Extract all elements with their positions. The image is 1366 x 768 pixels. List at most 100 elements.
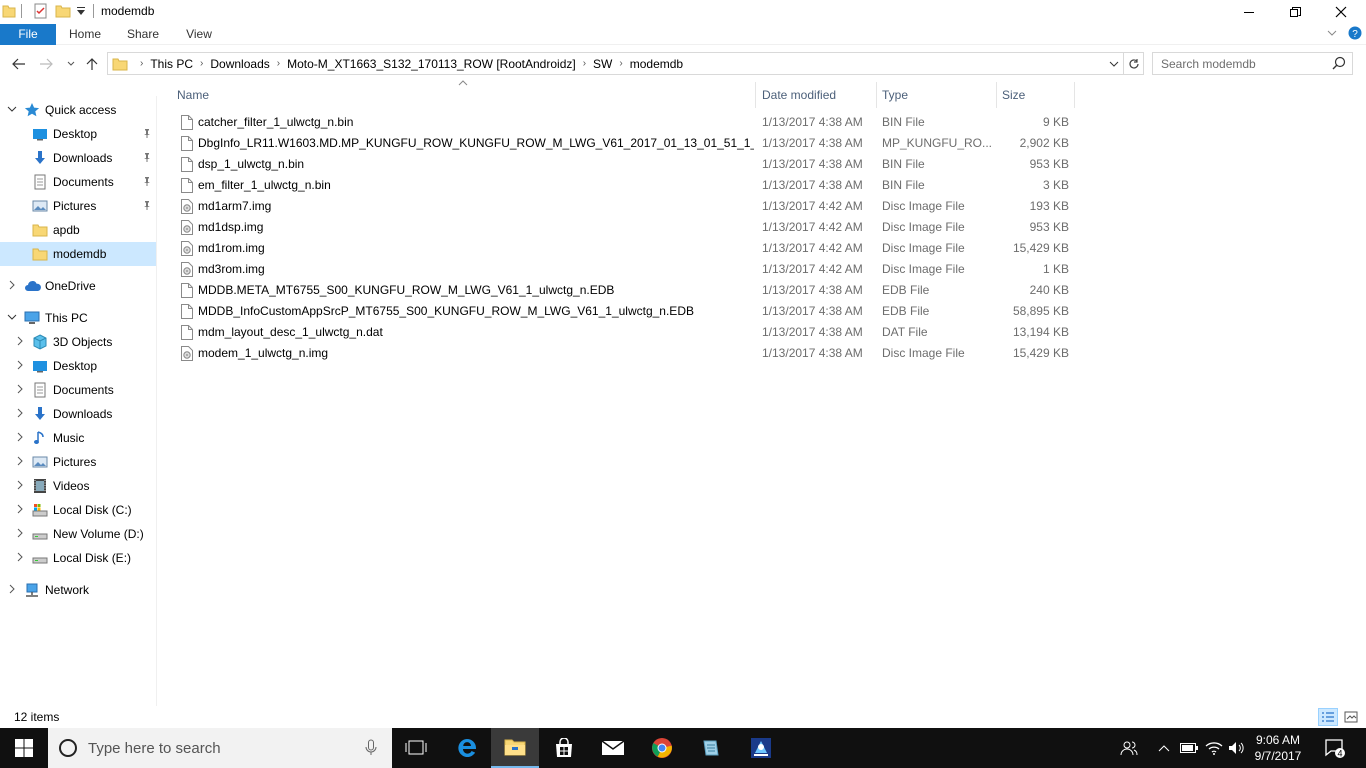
pin-icon[interactable] <box>142 176 152 189</box>
nav-music[interactable]: Music <box>0 426 156 450</box>
nav-qa-downloads[interactable]: Downloads <box>0 146 156 170</box>
nav-local-disk-c[interactable]: Local Disk (C:) <box>0 498 156 522</box>
large-icons-view-button[interactable] <box>1341 708 1361 726</box>
nav-qa-pictures[interactable]: Pictures <box>0 194 156 218</box>
properties-icon[interactable] <box>33 3 49 22</box>
address-bar[interactable]: › This PC › Downloads › Moto-M_XT1663_S1… <box>107 52 1124 75</box>
column-divider[interactable] <box>996 82 997 108</box>
pin-icon[interactable] <box>142 200 152 213</box>
chevron-right-icon[interactable] <box>14 384 26 397</box>
chevron-right-icon[interactable] <box>6 584 18 597</box>
wifi-icon[interactable] <box>1203 728 1225 768</box>
tab-share[interactable]: Share <box>116 24 170 45</box>
nav-qa-modemdb[interactable]: modemdb <box>0 242 156 266</box>
microphone-icon[interactable] <box>365 739 377 760</box>
nav-this-pc[interactable]: This PC <box>0 306 156 330</box>
customize-dropdown-icon[interactable] <box>76 5 86 20</box>
file-row[interactable]: MDDB.META_MT6755_S00_KUNGFU_ROW_M_LWG_V6… <box>176 280 1076 301</box>
close-button[interactable] <box>1318 0 1364 24</box>
chevron-right-icon[interactable] <box>14 456 26 469</box>
notes-app-icon[interactable] <box>687 728 735 768</box>
tab-view[interactable]: View <box>174 24 224 45</box>
chevron-right-icon[interactable] <box>14 480 26 493</box>
chrome-icon[interactable] <box>638 728 686 768</box>
file-row[interactable]: md1rom.img 1/13/2017 4:42 AM Disc Image Fi… <box>176 238 1076 259</box>
file-row[interactable]: modem_1_ulwctg_n.img 1/13/2017 4:38 AM Dis… <box>176 343 1076 364</box>
chevron-right-icon[interactable] <box>14 528 26 541</box>
nav-3d-objects[interactable]: 3D Objects <box>0 330 156 354</box>
pin-icon[interactable] <box>142 128 152 141</box>
chevron-right-icon[interactable] <box>14 336 26 349</box>
column-header-name[interactable]: Name <box>177 82 755 108</box>
clock[interactable]: 9:06 AM 9/7/2017 <box>1250 732 1306 764</box>
search-icon[interactable] <box>1332 56 1346 70</box>
column-header-date[interactable]: Date modified <box>762 82 876 108</box>
chevron-right-icon[interactable] <box>6 280 18 293</box>
nav-qa-apdb[interactable]: apdb <box>0 218 156 242</box>
forward-button[interactable] <box>36 54 56 74</box>
file-row[interactable]: em_filter_1_ulwctg_n.bin 1/13/2017 4:38 A… <box>176 175 1076 196</box>
nav-onedrive[interactable]: OneDrive <box>0 274 156 298</box>
file-row[interactable]: MDDB_InfoCustomAppSrcP_MT6755_S00_KUNGFU… <box>176 301 1076 322</box>
restore-button[interactable] <box>1272 0 1318 24</box>
nav-pictures[interactable]: Pictures <box>0 450 156 474</box>
column-header-type[interactable]: Type <box>882 82 996 108</box>
chevron-right-icon[interactable] <box>14 552 26 565</box>
chevron-down-icon[interactable] <box>1326 27 1338 41</box>
mail-icon[interactable] <box>589 728 637 768</box>
nav-local-disk-e[interactable]: Local Disk (E:) <box>0 546 156 570</box>
nav-network[interactable]: Network <box>0 578 156 602</box>
chevron-down-icon[interactable] <box>6 313 18 324</box>
column-divider[interactable] <box>1074 82 1075 108</box>
nav-documents[interactable]: Documents <box>0 378 156 402</box>
file-row[interactable]: mdm_layout_desc_1_ulwctg_n.dat 1/13/2017 … <box>176 322 1076 343</box>
chevron-right-icon[interactable] <box>14 360 26 373</box>
pin-icon[interactable] <box>142 152 152 165</box>
search-box[interactable] <box>1152 52 1353 75</box>
file-row[interactable]: dsp_1_ulwctg_n.bin 1/13/2017 4:38 AM BIN F… <box>176 154 1076 175</box>
breadcrumb-separator-icon[interactable]: › <box>277 58 280 69</box>
task-view-button[interactable] <box>392 728 440 768</box>
breadcrumb-separator-icon[interactable]: › <box>619 58 622 69</box>
file-row[interactable]: DbgInfo_LR11.W1603.MD.MP_KUNGFU_ROW_KUNG… <box>176 133 1076 154</box>
help-icon[interactable]: ? <box>1348 26 1362 43</box>
breadcrumb-separator-icon[interactable]: › <box>583 58 586 69</box>
action-center-icon[interactable]: 4 <box>1320 728 1350 768</box>
chevron-right-icon[interactable] <box>14 408 26 421</box>
breadcrumb-downloads[interactable]: Downloads <box>210 57 269 71</box>
recent-locations-button[interactable] <box>61 54 81 74</box>
breadcrumb-separator-icon[interactable]: › <box>200 58 203 69</box>
file-row[interactable]: catcher_filter_1_ulwctg_n.bin 1/13/2017 4… <box>176 112 1076 133</box>
refresh-button[interactable] <box>1124 52 1144 75</box>
column-divider[interactable] <box>876 82 877 108</box>
show-hidden-icons-icon[interactable] <box>1154 728 1174 768</box>
chevron-right-icon[interactable] <box>14 432 26 445</box>
nav-desktop[interactable]: Desktop <box>0 354 156 378</box>
folder-icon[interactable] <box>2 3 16 22</box>
column-header-size[interactable]: Size <box>1002 82 1074 108</box>
back-button[interactable] <box>9 54 29 74</box>
battery-icon[interactable] <box>1178 728 1200 768</box>
up-button[interactable] <box>82 54 102 74</box>
file-row[interactable]: md1dsp.img 1/13/2017 4:42 AM Disc Image Fi… <box>176 217 1076 238</box>
tab-file[interactable]: File <box>0 24 56 45</box>
breadcrumb-this-pc[interactable]: This PC <box>150 57 193 71</box>
search-input[interactable] <box>1153 53 1323 74</box>
breadcrumb-moto-m[interactable]: Moto-M_XT1663_S132_170113_ROW [RootAndro… <box>287 57 576 71</box>
start-button[interactable] <box>0 728 48 768</box>
address-dropdown-icon[interactable] <box>1108 58 1120 72</box>
minimize-button[interactable] <box>1226 0 1272 24</box>
tab-home[interactable]: Home <box>60 24 110 45</box>
nav-new-volume-d[interactable]: New Volume (D:) <box>0 522 156 546</box>
breadcrumb-separator-icon[interactable]: › <box>140 58 143 69</box>
volume-icon[interactable] <box>1226 728 1248 768</box>
store-icon[interactable] <box>540 728 588 768</box>
taskbar-search-box[interactable]: Type here to search <box>48 728 392 768</box>
breadcrumb-modemdb[interactable]: modemdb <box>630 57 683 71</box>
flash-tool-icon[interactable] <box>737 728 785 768</box>
nav-videos[interactable]: Videos <box>0 474 156 498</box>
edge-icon[interactable] <box>443 728 491 768</box>
nav-qa-desktop[interactable]: Desktop <box>0 122 156 146</box>
chevron-right-icon[interactable] <box>14 504 26 517</box>
breadcrumb-sw[interactable]: SW <box>593 57 612 71</box>
